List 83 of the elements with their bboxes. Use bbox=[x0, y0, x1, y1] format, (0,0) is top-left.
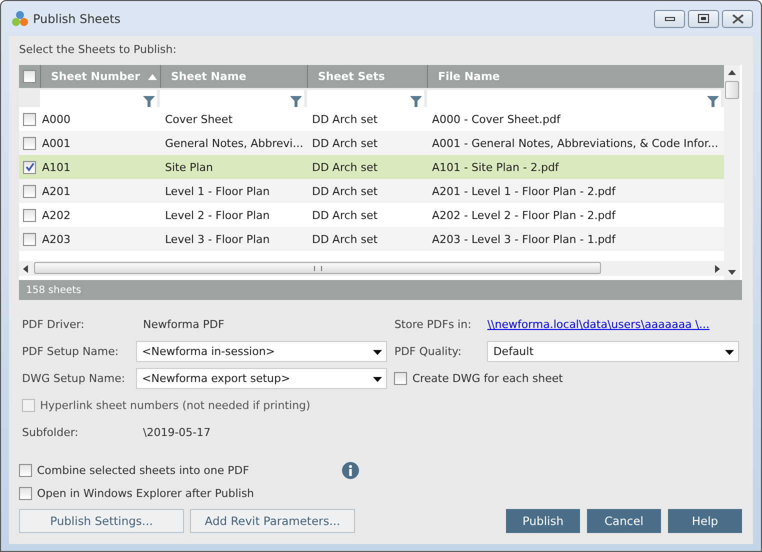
folder-path-link[interactable]: \\newforma.local\data\users\aaaaaaa \... bbox=[487, 318, 710, 331]
minimize-button[interactable] bbox=[654, 10, 685, 28]
table-cell: DD Arch set bbox=[312, 136, 378, 150]
field-label: Store PDFs in: bbox=[394, 318, 472, 331]
table-cell: A001 bbox=[42, 136, 71, 150]
table-cell: A101 - Site Plan - 2.pdf bbox=[432, 160, 559, 174]
table-cell: Level 3 - Floor Plan bbox=[165, 232, 270, 246]
table-cell: A203 - Level 3 - Floor Plan - 1.pdf bbox=[432, 232, 616, 246]
primary-button[interactable]: Publish bbox=[506, 509, 580, 533]
checkbox[interactable] bbox=[19, 464, 32, 476]
table-row[interactable]: A101 Site Plan DD Arch set A101 - Site Plan - 2.pdf bbox=[19, 155, 724, 179]
checkbox[interactable] bbox=[23, 184, 36, 198]
table-cell: A202 bbox=[42, 208, 71, 222]
checkbox-label: Open in Windows Explorer after Publish bbox=[37, 486, 254, 500]
checkbox[interactable] bbox=[23, 232, 36, 246]
table-cell: A000 - Cover Sheet.pdf bbox=[432, 112, 560, 126]
table-cell: Level 1 - Floor Plan bbox=[165, 184, 270, 198]
checkbox[interactable] bbox=[23, 160, 36, 174]
table-cell: Cover Sheet bbox=[165, 112, 233, 126]
field-label: PDF Driver: bbox=[21, 318, 86, 331]
pdf-quality-dropdown[interactable]: Default bbox=[487, 341, 740, 362]
checkbox-label: Create DWG for each sheet bbox=[412, 372, 563, 385]
checkbox-label: Hyperlink sheet numbers (not needed if printing) bbox=[40, 399, 310, 412]
secondary-button[interactable]: Add Revit Parameters... bbox=[190, 509, 355, 533]
checkbox[interactable] bbox=[23, 112, 36, 126]
checkbox[interactable] bbox=[394, 372, 408, 385]
table-row[interactable]: A001 General Notes, Abbrevi... DD Arch set A001 - General Notes, Abbreviations, & Code Infor... bbox=[19, 131, 724, 155]
filter-field[interactable] bbox=[160, 90, 304, 107]
filter-field[interactable] bbox=[427, 90, 721, 107]
table-cell: DD Arch set bbox=[312, 208, 378, 222]
secondary-button[interactable]: Publish Settings... bbox=[19, 509, 184, 533]
app-logo-icon bbox=[11, 10, 29, 28]
table-cell: Level 2 - Floor Plan bbox=[165, 208, 270, 222]
primary-button[interactable]: Cancel bbox=[587, 509, 661, 533]
pdf-setup-dropdown[interactable]: <Newforma in-session> bbox=[136, 341, 387, 362]
scroll-up-icon[interactable] bbox=[728, 70, 736, 75]
pdf-driver-value: Newforma PDF bbox=[142, 318, 224, 331]
checkbox[interactable] bbox=[23, 208, 36, 222]
table-cell: A000 bbox=[42, 112, 71, 126]
table-cell: A201 bbox=[42, 184, 71, 198]
dwg-setup-dropdown[interactable]: <Newforma export setup> bbox=[136, 368, 387, 389]
caret-icon bbox=[373, 377, 382, 382]
instruction-label: Select the Sheets to Publish: bbox=[19, 43, 178, 56]
scroll-left-icon[interactable] bbox=[23, 264, 28, 272]
table-row[interactable]: A203 Level 3 - Floor Plan DD Arch set A203 - Level 3 - Floor Plan - 1.pdf bbox=[19, 227, 724, 251]
checkbox[interactable] bbox=[23, 136, 36, 150]
checkbox-label: Combine selected sheets into one PDF bbox=[37, 464, 250, 476]
table-cell: DD Arch set bbox=[312, 184, 378, 198]
table-cell: Site Plan bbox=[165, 160, 214, 174]
minimize-icon bbox=[664, 16, 674, 20]
table-cell: General Notes, Abbrevi... bbox=[165, 136, 304, 150]
checkbox[interactable] bbox=[23, 70, 36, 83]
maximize-button[interactable] bbox=[688, 10, 719, 28]
sheet-count: 158 sheets bbox=[26, 284, 82, 296]
primary-button[interactable]: Help bbox=[668, 509, 742, 533]
close-icon bbox=[732, 14, 744, 24]
window-title: Publish Sheets bbox=[33, 12, 121, 26]
table-cell: A101 bbox=[42, 160, 71, 174]
field-label: PDF Quality: bbox=[394, 345, 462, 358]
table-cell: DD Arch set bbox=[312, 232, 378, 246]
filter-field[interactable] bbox=[307, 90, 424, 107]
field-label: PDF Setup Name: bbox=[21, 345, 120, 358]
checkbox[interactable] bbox=[19, 486, 32, 500]
field-label: DWG Setup Name: bbox=[21, 372, 126, 385]
table-cell: A203 bbox=[42, 232, 71, 246]
table-row[interactable]: A201 Level 1 - Floor Plan DD Arch set A201 - Level 1 - Floor Plan - 2.pdf bbox=[19, 179, 724, 203]
caret-icon bbox=[725, 350, 734, 355]
caret-icon bbox=[373, 350, 382, 355]
filter-field[interactable] bbox=[40, 90, 157, 107]
table-cell: A202 - Level 2 - Floor Plan - 2.pdf bbox=[432, 208, 616, 222]
scrollbar-thumb[interactable] bbox=[34, 262, 601, 274]
table-cell: A001 - General Notes, Abbreviations, & Code Infor... bbox=[432, 136, 718, 150]
info-icon[interactable] bbox=[342, 462, 360, 478]
table-cell: DD Arch set bbox=[312, 160, 378, 174]
close-button[interactable] bbox=[722, 10, 753, 28]
subfolder-value: \2019-05-17 bbox=[142, 426, 211, 439]
scroll-right-icon[interactable] bbox=[715, 264, 720, 272]
maximize-icon bbox=[698, 14, 709, 23]
scroll-down-icon[interactable] bbox=[728, 270, 736, 275]
scrollbar-thumb[interactable] bbox=[725, 81, 739, 99]
field-label: Subfolder: bbox=[21, 426, 80, 439]
table-cell: A201 - Level 1 - Floor Plan - 2.pdf bbox=[432, 184, 616, 198]
table-cell: DD Arch set bbox=[312, 112, 378, 126]
